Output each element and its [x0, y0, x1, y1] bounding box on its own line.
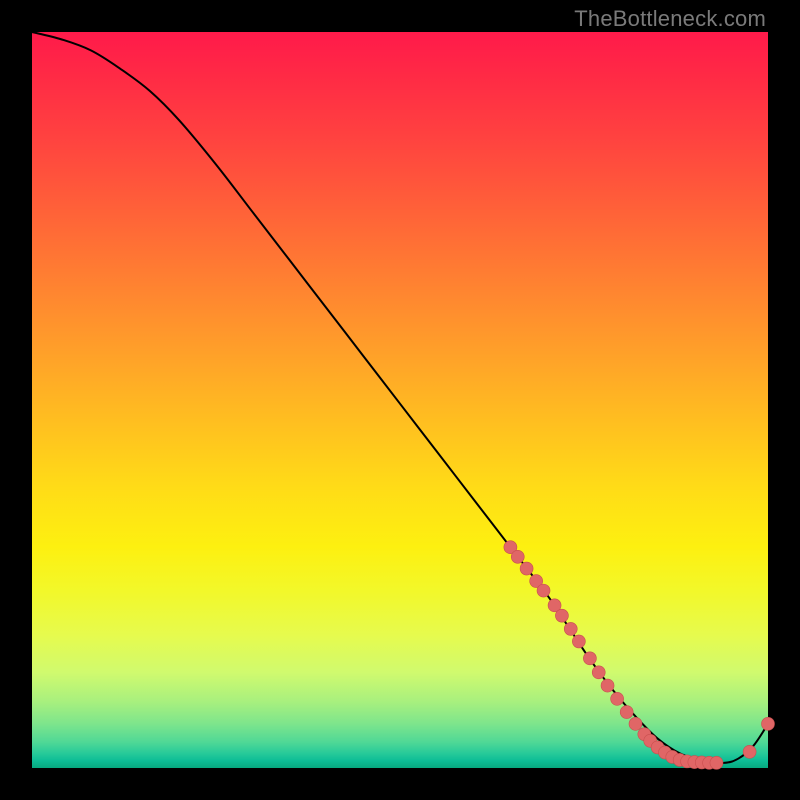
data-marker: [710, 756, 723, 769]
data-marker: [601, 679, 614, 692]
bottleneck-curve: [32, 32, 768, 763]
data-marker: [743, 745, 756, 758]
data-marker: [583, 652, 596, 665]
data-marker: [629, 717, 642, 730]
chart-svg: [32, 32, 768, 768]
data-marker: [537, 584, 550, 597]
data-marker: [572, 635, 585, 648]
data-marker: [555, 609, 568, 622]
chart-frame: TheBottleneck.com: [0, 0, 800, 800]
data-marker: [620, 706, 633, 719]
data-marker: [762, 717, 775, 730]
marker-group: [504, 541, 775, 770]
data-marker: [592, 666, 605, 679]
data-marker: [520, 562, 533, 575]
watermark-text: TheBottleneck.com: [574, 6, 766, 32]
plot-area: [32, 32, 768, 768]
data-marker: [564, 622, 577, 635]
data-marker: [511, 550, 524, 563]
data-marker: [611, 692, 624, 705]
